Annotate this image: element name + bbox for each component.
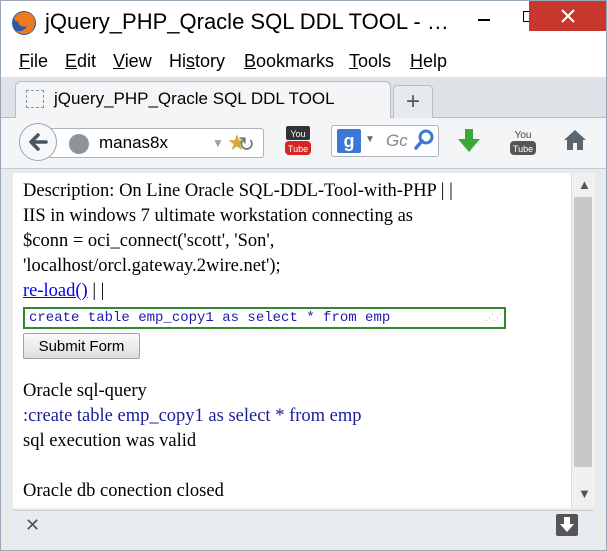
download-icon xyxy=(560,517,574,532)
svg-text:You: You xyxy=(515,130,532,141)
firefox-logo-icon xyxy=(12,11,36,35)
minimize-button[interactable] xyxy=(461,1,506,31)
page-content: Description: On Line Oracle SQL-DDL-Tool… xyxy=(13,173,571,508)
google-icon[interactable]: g xyxy=(337,129,361,153)
description-line-1: Description: On Line Oracle SQL-DDL-Tool… xyxy=(23,181,453,201)
title-bar: jQuery_PHP_Qracle SQL DDL TOOL - … xyxy=(1,1,606,45)
menu-file[interactable]: File xyxy=(19,51,48,72)
minimize-icon xyxy=(477,19,490,21)
menu-view[interactable]: View xyxy=(113,51,152,72)
connection-status: Oracle db conection closed xyxy=(23,481,224,501)
svg-text:Tube: Tube xyxy=(288,144,308,154)
menu-tools[interactable]: Tools xyxy=(349,51,391,72)
url-text: manas8x xyxy=(99,133,168,152)
tab-active[interactable]: jQuery_PHP_Qracle SQL DDL TOOL xyxy=(15,81,391,118)
reload-separator: | | xyxy=(87,281,105,301)
description-line-2: IIS in windows 7 ultimate workstation co… xyxy=(23,206,413,226)
menu-help[interactable]: Help xyxy=(410,51,447,72)
menu-bar: File Edit View History Bookmarks Tools H… xyxy=(1,45,606,77)
url-bar[interactable]: manas8x ▼ ★ ↻ xyxy=(49,128,264,158)
search-placeholder: Gc xyxy=(386,131,408,150)
youtube-icon[interactable]: Tube You xyxy=(284,124,312,158)
sql-textarea-value: create table emp_copy1 as select * from … xyxy=(29,310,391,326)
window-title: jQuery_PHP_Qracle SQL DDL TOOL - … xyxy=(45,9,449,34)
menu-edit[interactable]: Edit xyxy=(65,51,96,72)
scroll-up-icon[interactable]: ▲ xyxy=(578,177,591,192)
plus-icon: + xyxy=(405,88,420,115)
execution-status: sql execution was valid xyxy=(23,431,197,451)
navigation-toolbar: manas8x ▼ ★ ↻ Tube You g ▼ Gc You Tube xyxy=(1,118,606,169)
description-line-4: 'localhost/orcl.gateway.2wire.net'); xyxy=(23,256,281,276)
globe-icon xyxy=(69,134,89,154)
menu-history[interactable]: History xyxy=(169,51,225,72)
svg-text:Tube: Tube xyxy=(513,144,533,154)
download-arrow-icon[interactable] xyxy=(457,128,481,154)
close-addon-bar-icon[interactable]: ✕ xyxy=(25,515,40,536)
search-box[interactable]: g ▼ Gc xyxy=(331,125,439,157)
home-icon[interactable] xyxy=(563,129,587,151)
tab-title: jQuery_PHP_Qracle SQL DDL TOOL xyxy=(54,89,335,108)
query-heading: Oracle sql-query xyxy=(23,381,147,401)
page-favicon-icon xyxy=(26,90,44,108)
reload-row: re-load() | | xyxy=(23,281,104,302)
back-arrow-icon xyxy=(29,133,48,151)
search-icon[interactable] xyxy=(414,129,434,151)
youtube-icon-2[interactable]: You Tube xyxy=(509,126,537,160)
vertical-scrollbar[interactable]: ▲ ▼ xyxy=(571,173,595,508)
url-dropdown-icon[interactable]: ▼ xyxy=(212,136,224,150)
back-button[interactable] xyxy=(19,123,57,161)
description-line-3: $conn = oci_connect('scott', 'Son', xyxy=(23,231,275,251)
scrollbar-thumb[interactable] xyxy=(574,197,592,467)
query-echo: :create table emp_copy1 as select * from… xyxy=(23,406,362,426)
engine-dropdown-icon[interactable]: ▼ xyxy=(365,134,375,145)
menu-bookmarks[interactable]: Bookmarks xyxy=(244,51,334,72)
sql-textarea[interactable]: create table emp_copy1 as select * from … xyxy=(23,307,506,329)
close-window-button[interactable] xyxy=(529,1,606,31)
svg-text:You: You xyxy=(290,129,305,139)
browser-window: jQuery_PHP_Qracle SQL DDL TOOL - … File … xyxy=(0,0,607,551)
reload-link[interactable]: re-load() xyxy=(23,281,88,301)
downloads-button[interactable] xyxy=(556,514,578,536)
new-tab-button[interactable]: + xyxy=(393,85,433,118)
tab-strip: jQuery_PHP_Qracle SQL DDL TOOL + xyxy=(1,77,606,118)
reload-icon[interactable]: ↻ xyxy=(238,132,255,157)
scroll-down-icon[interactable]: ▼ xyxy=(578,486,591,501)
submit-form-button[interactable]: Submit Form xyxy=(23,333,140,359)
addon-bar: ✕ xyxy=(13,510,594,541)
close-icon xyxy=(560,9,575,23)
resize-grip-icon[interactable]: ⋰⋰ xyxy=(485,310,502,326)
